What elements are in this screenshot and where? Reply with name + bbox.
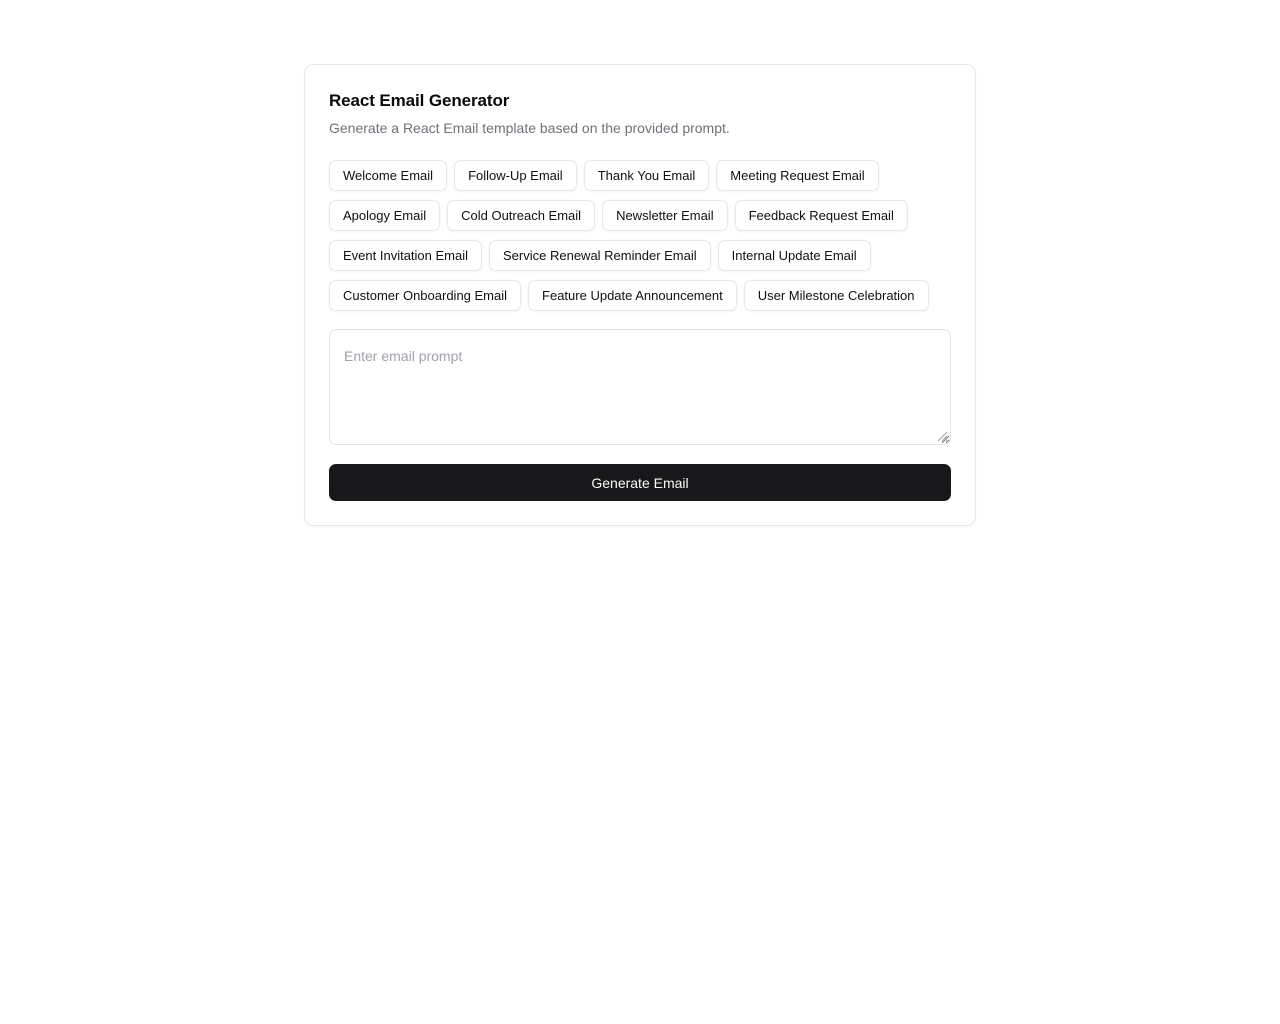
chip-apology-email[interactable]: Apology Email	[329, 200, 441, 231]
generate-email-button[interactable]: Generate Email	[329, 464, 951, 501]
chip-newsletter-email[interactable]: Newsletter Email	[602, 200, 728, 231]
prompt-field-wrapper	[329, 329, 951, 445]
chip-internal-update-email[interactable]: Internal Update Email	[717, 240, 871, 271]
chip-thank-you-email[interactable]: Thank You Email	[583, 160, 710, 191]
email-generator-card: React Email Generator Generate a React E…	[304, 64, 976, 526]
email-type-chip-group: Welcome Email Follow-Up Email Thank You …	[329, 160, 953, 311]
chip-welcome-email[interactable]: Welcome Email	[329, 160, 448, 191]
chip-user-milestone-celebration[interactable]: User Milestone Celebration	[743, 280, 929, 311]
chip-customer-onboarding-email[interactable]: Customer Onboarding Email	[329, 280, 522, 311]
chip-meeting-request-email[interactable]: Meeting Request Email	[716, 160, 879, 191]
chip-feedback-request-email[interactable]: Feedback Request Email	[734, 200, 908, 231]
chip-service-renewal-reminder-email[interactable]: Service Renewal Reminder Email	[489, 240, 711, 271]
email-prompt-input[interactable]	[329, 329, 951, 445]
chip-follow-up-email[interactable]: Follow-Up Email	[454, 160, 577, 191]
chip-cold-outreach-email[interactable]: Cold Outreach Email	[447, 200, 596, 231]
page-title: React Email Generator	[329, 91, 510, 110]
page-subtitle: Generate a React Email template based on…	[329, 120, 730, 136]
page-root: React Email Generator Generate a React E…	[0, 0, 1280, 1024]
chip-event-invitation-email[interactable]: Event Invitation Email	[329, 240, 483, 271]
chip-feature-update-announcement[interactable]: Feature Update Announcement	[528, 280, 737, 311]
